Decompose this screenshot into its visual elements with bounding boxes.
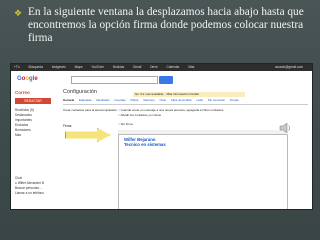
tab-labs[interactable]: Labs bbox=[197, 98, 204, 102]
sidebar-item-more[interactable]: Más bbox=[15, 133, 57, 138]
autocomplete-setting-label: Crear contactos para el autocompletado: bbox=[63, 108, 118, 112]
bullet-icon: ❖ bbox=[14, 8, 23, 18]
notice-bar: No. It's now available... Más informació… bbox=[133, 92, 245, 97]
radio-option-auto[interactable]: ○ Cuando envíe un mensaje a una nueva pe… bbox=[118, 108, 308, 112]
topbar-link[interactable]: Calendar bbox=[167, 65, 180, 69]
tab-forwarding[interactable]: Reenvío bbox=[143, 98, 154, 102]
search-button[interactable] bbox=[159, 76, 173, 84]
topbar-user[interactable]: usuario@gmail.com bbox=[275, 64, 303, 71]
bullet-text: En la siguiente ventana la desplazamos h… bbox=[28, 6, 304, 44]
tab-labels[interactable]: Etiquetas bbox=[79, 98, 92, 102]
gmail-screenshot: +Tú Búsqueda Imágenes Maps YouTube Notic… bbox=[10, 63, 313, 210]
arrow-right-icon bbox=[65, 128, 111, 142]
topbar-link[interactable]: Búsqueda bbox=[28, 65, 42, 69]
chat-contact-name: Wilfer Alexander B bbox=[17, 181, 45, 185]
tab-general[interactable]: General bbox=[63, 98, 74, 102]
topbar-link[interactable]: +Tú bbox=[14, 65, 20, 69]
call-phone-link[interactable]: Llamar a un teléfono bbox=[15, 191, 59, 196]
radio-label: Sin firma bbox=[120, 122, 133, 126]
tab-themes[interactable]: Temas bbox=[230, 98, 239, 102]
signature-line-title: Tecnico en sistemas bbox=[124, 142, 166, 147]
tab-webclips[interactable]: Clips de la Web bbox=[171, 98, 192, 102]
radio-label: Añadir los contactos yo mismo bbox=[120, 113, 162, 117]
signature-label: Firma: bbox=[63, 124, 73, 128]
topbar-link[interactable]: Gmail bbox=[133, 65, 141, 69]
signature-editor[interactable]: Wilfer Bejarano Tecnico en sistemas bbox=[118, 134, 288, 209]
tabs-divider bbox=[63, 104, 308, 105]
topbar-link[interactable]: Más bbox=[188, 65, 194, 69]
topbar-link[interactable]: YouTube bbox=[91, 65, 104, 69]
page-title: Configuración bbox=[63, 89, 97, 95]
sidebar: Recibidos (5) Destacados Importantes Env… bbox=[15, 108, 57, 138]
correo-label[interactable]: Correo bbox=[15, 90, 30, 95]
google-topbar: +Tú Búsqueda Imágenes Maps YouTube Notic… bbox=[11, 64, 312, 71]
tab-filters[interactable]: Filtros bbox=[130, 98, 138, 102]
tab-chat[interactable]: Chat bbox=[160, 98, 166, 102]
tab-offline[interactable]: Sin conexión bbox=[208, 98, 225, 102]
tab-accounts[interactable]: Cuentas bbox=[114, 98, 125, 102]
settings-tabs: General Etiquetas Recibidos Cuentas Filt… bbox=[63, 98, 308, 102]
radio-label: Cuando envíe un mensaje a una nueva pers… bbox=[120, 108, 224, 112]
topbar-link[interactable]: Imágenes bbox=[52, 65, 66, 69]
topbar-link[interactable]: Maps bbox=[75, 65, 83, 69]
compose-button[interactable]: REDACTAR bbox=[15, 98, 51, 104]
search-input[interactable] bbox=[71, 76, 158, 84]
topbar-link[interactable]: Noticias bbox=[113, 65, 124, 69]
radio-option-manual[interactable]: ○ Añadir los contactos yo mismo bbox=[118, 113, 308, 117]
chat-panel: Chat ● Wilfer Alexander B Buscar persona… bbox=[15, 176, 59, 196]
signature-text: Wilfer Bejarano Tecnico en sistemas bbox=[124, 137, 166, 147]
google-logo[interactable]: Google bbox=[17, 74, 43, 84]
speaker-icon[interactable] bbox=[278, 121, 292, 135]
topbar-link[interactable]: Drive bbox=[150, 65, 157, 69]
tab-inbox[interactable]: Recibidos bbox=[96, 98, 109, 102]
